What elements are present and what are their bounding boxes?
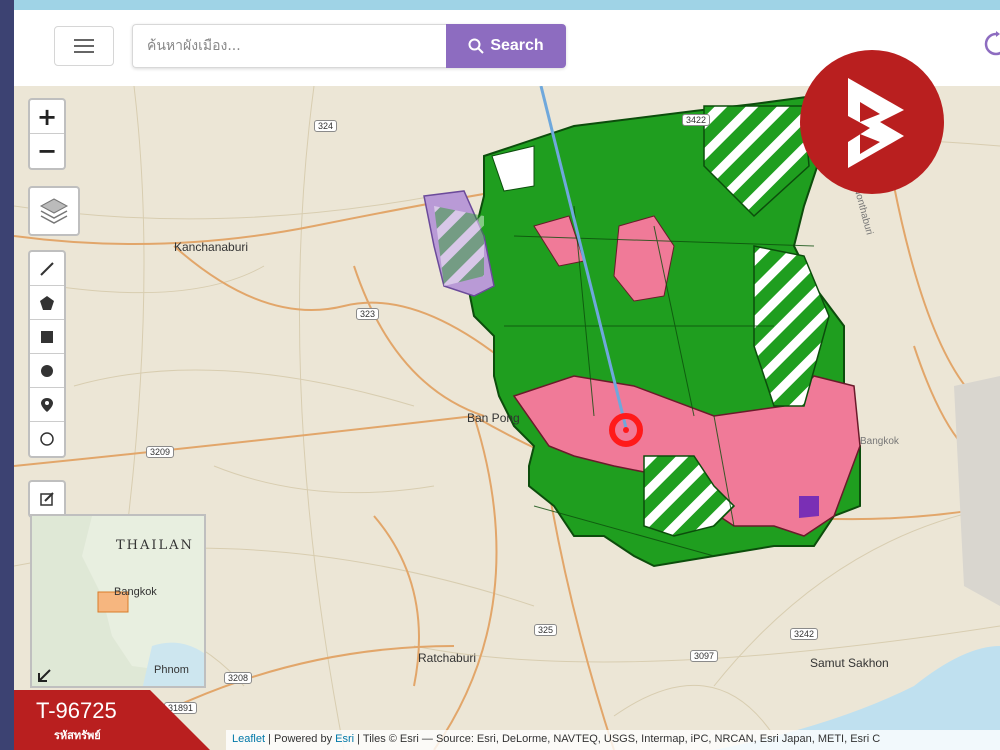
route-shield: 3422: [682, 114, 711, 126]
search-button[interactable]: Search: [446, 24, 566, 68]
refresh-icon[interactable]: [982, 30, 1000, 58]
route-shield: 3209: [146, 446, 175, 458]
route-shield: 3242: [790, 628, 819, 640]
search-icon: [468, 38, 485, 54]
layers-icon: [39, 198, 69, 224]
esri-link[interactable]: Esri: [335, 733, 354, 745]
minimap-city2-label: Phnom: [154, 664, 189, 676]
draw-polyline-button[interactable]: [30, 252, 64, 286]
browser-strip: [0, 0, 1000, 10]
menu-button[interactable]: [54, 26, 114, 66]
search-bar: Search: [132, 24, 566, 68]
draw-circle-button[interactable]: [30, 354, 64, 388]
minimap-city-label: Bangkok: [114, 586, 157, 598]
rectangle-icon: [41, 330, 53, 343]
route-shield: 324: [314, 120, 338, 132]
route-shield: 323: [356, 308, 380, 320]
brand-mark-icon: [848, 78, 904, 168]
property-code-badge: T-96725 รหัสทรัพย์: [0, 690, 210, 750]
edit-toolbar: [28, 480, 66, 518]
zoom-control: + −: [28, 98, 66, 170]
polyline-icon: [40, 261, 54, 276]
brand-logo: [800, 50, 944, 194]
search-button-label: Search: [490, 37, 544, 54]
zoom-out-button[interactable]: −: [30, 134, 64, 168]
hamburger-icon: [74, 45, 94, 47]
minimap-country-label: THAILAN: [116, 538, 194, 553]
layers-button[interactable]: [28, 186, 80, 236]
route-shield: 3208: [224, 672, 253, 684]
map-attribution: Leaflet | Powered by Esri | Tiles © Esri…: [226, 730, 1000, 750]
attribution-powered-by: | Powered by: [265, 733, 336, 745]
draw-marker-button[interactable]: [30, 388, 64, 422]
zoom-in-button[interactable]: +: [30, 100, 64, 134]
city-label-ban-pong: Ban Pong: [467, 411, 520, 425]
draw-polygon-button[interactable]: [30, 286, 64, 320]
property-code: T-96725: [36, 698, 117, 723]
city-label-kanchanaburi: Kanchanaburi: [174, 240, 249, 254]
marker-icon: [41, 397, 53, 412]
route-shield: 325: [534, 624, 558, 636]
circle-icon: [41, 364, 53, 377]
edit-icon: [40, 492, 54, 506]
draw-toolbar: [28, 250, 66, 458]
city-label-bangkok: Bangkok: [860, 436, 899, 447]
draw-rectangle-button[interactable]: [30, 320, 64, 354]
circle-outline-icon: [40, 432, 54, 446]
polygon-icon: [40, 295, 54, 310]
leaflet-link[interactable]: Leaflet: [232, 733, 265, 745]
route-shield: 3097: [690, 650, 719, 662]
city-label-ratchaburi: Ratchaburi: [418, 651, 477, 665]
edit-layers-button[interactable]: [30, 482, 64, 516]
search-input[interactable]: [132, 24, 446, 68]
minimap-toggle-icon[interactable]: [36, 668, 52, 684]
minimap[interactable]: THAILAN Bangkok Phnom: [30, 514, 206, 688]
left-side-strip: [0, 0, 14, 750]
city-label-samut-sakhon: Samut Sakhon: [810, 656, 889, 670]
draw-circlemarker-button[interactable]: [30, 422, 64, 456]
property-code-caption: รหัสทรัพย์: [54, 729, 101, 742]
attribution-tiles: | Tiles © Esri — Source: Esri, DeLorme, …: [354, 733, 881, 745]
